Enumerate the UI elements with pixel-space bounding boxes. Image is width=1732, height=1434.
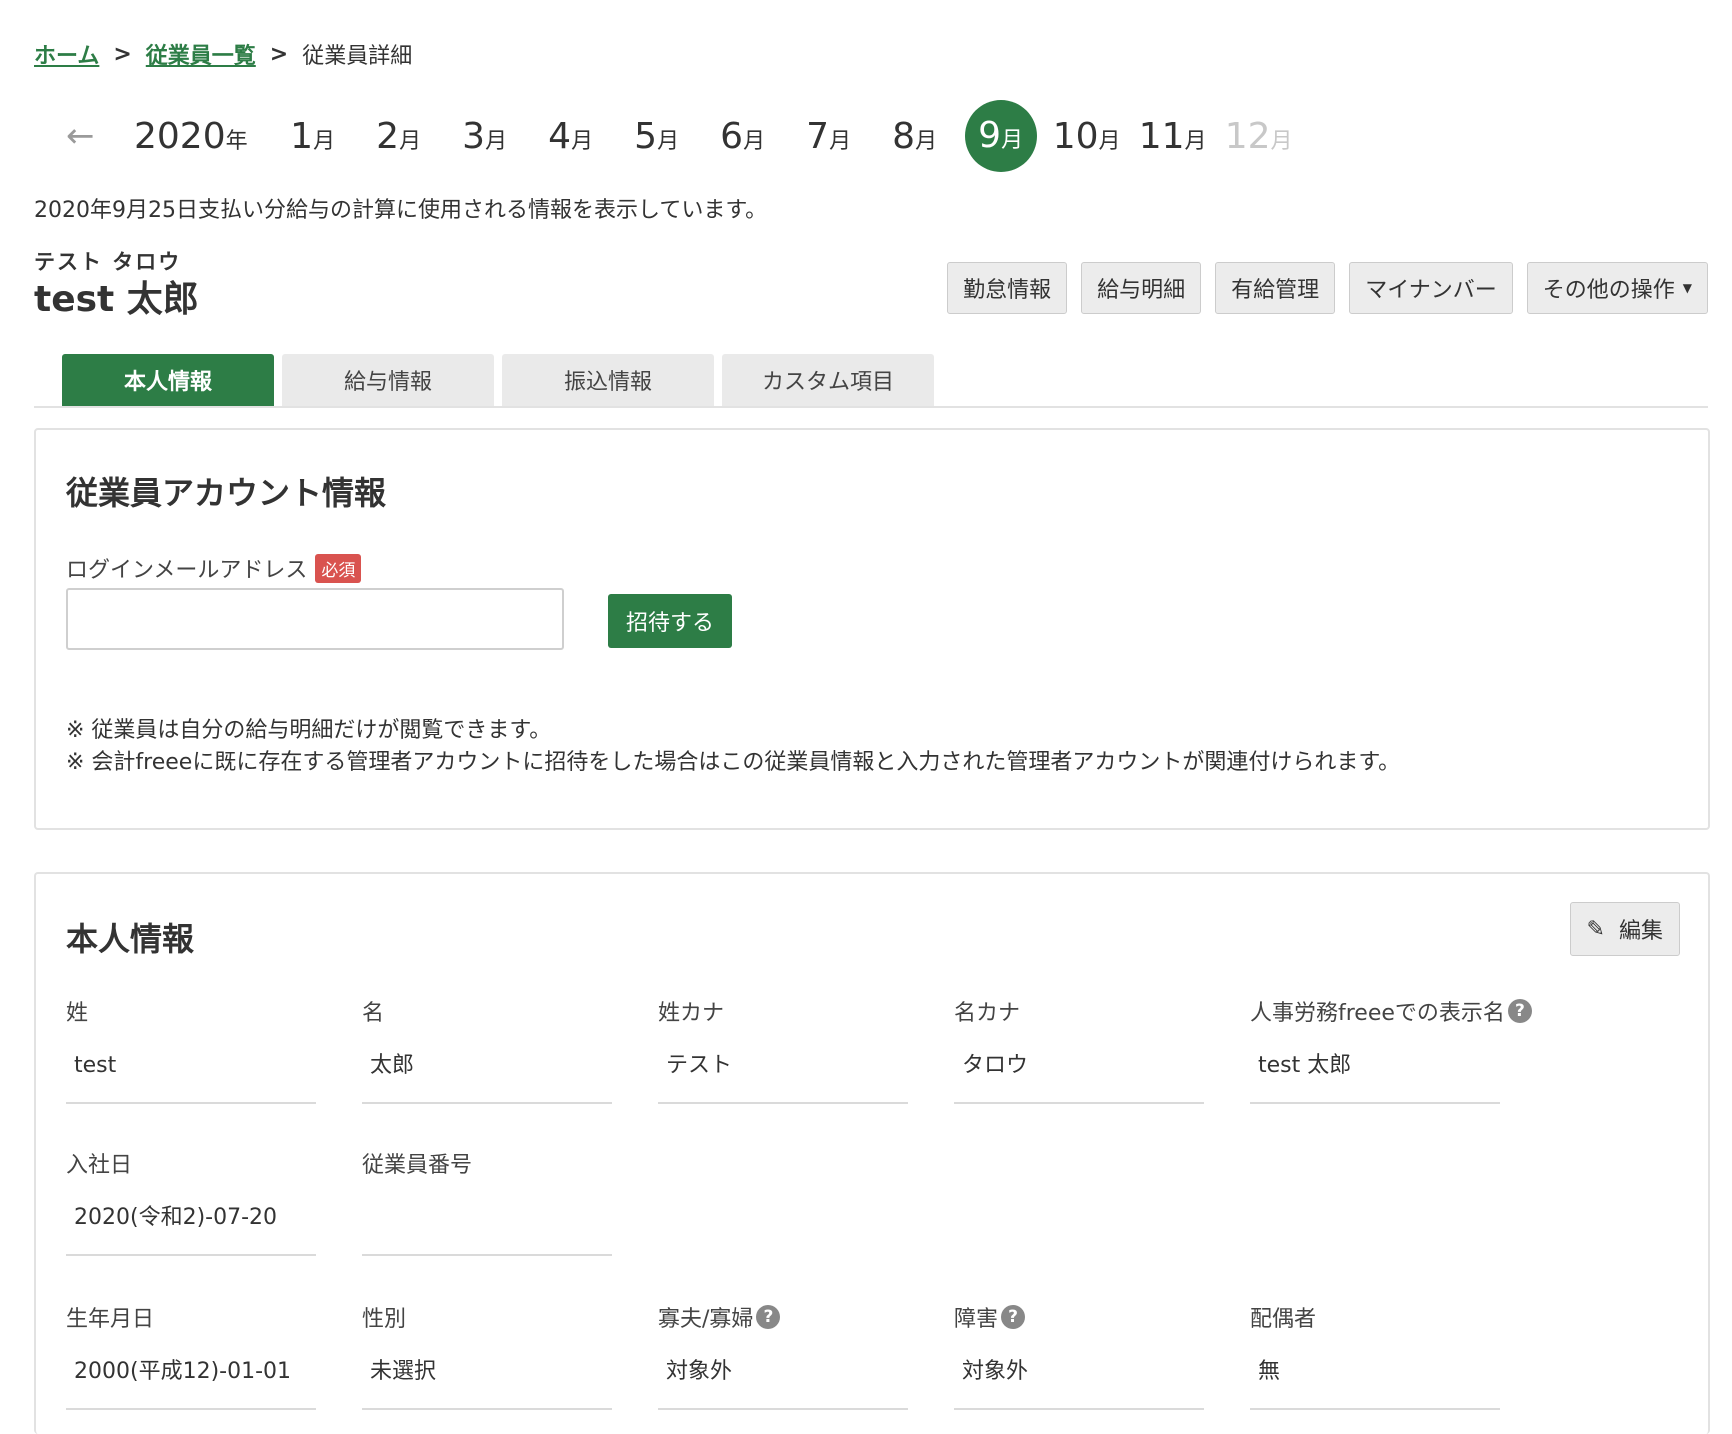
- edit-button[interactable]: ✎ 編集: [1569, 902, 1680, 956]
- field-value: 対象外: [658, 1352, 908, 1410]
- field-value: test: [66, 1046, 316, 1104]
- personal-section-title: 本人情報: [66, 920, 195, 958]
- field-first-name-kana: 名カナ タロウ: [954, 996, 1204, 1104]
- field-spouse: 配偶者 無: [1250, 1302, 1500, 1410]
- pencil-icon: ✎: [1586, 916, 1605, 942]
- field-value: [362, 1198, 612, 1256]
- employee-name: test 太郎: [34, 279, 199, 320]
- tab-custom-fields[interactable]: カスタム項目: [722, 354, 934, 406]
- field-value: 太郎: [362, 1046, 612, 1104]
- field-label: 名: [362, 1001, 385, 1026]
- personal-info-panel: 本人情報 ✎ 編集 姓 test 名 太郎 姓カナ テスト 名カナ タロウ 人事…: [34, 872, 1710, 1434]
- employee-tabs: 本人情報 給与情報 振込情報 カスタム項目: [34, 354, 1708, 408]
- field-value: 未選択: [362, 1352, 612, 1410]
- year-label[interactable]: 2020年: [134, 116, 248, 157]
- month-11[interactable]: 11月: [1130, 116, 1216, 157]
- other-actions-dropdown[interactable]: その他の操作 ▼: [1526, 262, 1708, 314]
- my-number-button[interactable]: マイナンバー: [1349, 262, 1513, 314]
- field-disability: 障害? 対象外: [954, 1302, 1204, 1410]
- field-value: 2020(令和2)-07-20: [66, 1198, 316, 1256]
- employee-account-panel: 従業員アカウント情報 ログインメールアドレス 必須 招待する ※ 従業員は自分の…: [34, 428, 1710, 830]
- account-section-title: 従業員アカウント情報: [66, 474, 387, 512]
- field-label: 姓: [66, 1001, 89, 1026]
- month-5[interactable]: 5月: [614, 116, 700, 157]
- tab-salary-info[interactable]: 給与情報: [282, 354, 494, 406]
- field-value: タロウ: [954, 1046, 1204, 1104]
- field-label: 従業員番号: [362, 1153, 473, 1178]
- breadcrumb-home-link[interactable]: ホーム: [34, 38, 99, 70]
- arrow-left-icon[interactable]: ←: [66, 116, 134, 156]
- payslip-button[interactable]: 給与明細: [1081, 262, 1202, 314]
- month-7[interactable]: 7月: [786, 116, 872, 157]
- field-label: 名カナ: [954, 1001, 1021, 1026]
- month-12-disabled: 12月: [1224, 115, 1293, 157]
- account-note-2: ※ 会計freeeに既に存在する管理者アカウントに招待をした場合はこの従業員情報…: [66, 750, 1401, 775]
- email-label: ログインメールアドレス 必須: [66, 552, 362, 584]
- field-last-name: 姓 test: [66, 996, 316, 1104]
- attendance-button[interactable]: 勤怠情報: [947, 262, 1068, 314]
- month-selector: ← 2020年 1月 2月 3月 4月 5月 6月 7月 8月 9月 10月 1…: [66, 100, 1302, 172]
- field-label: 性別: [362, 1307, 407, 1332]
- breadcrumb: ホーム > 従業員一覧 > 従業員詳細: [34, 38, 412, 70]
- month-9-selected[interactable]: 9月: [964, 100, 1037, 172]
- month-1[interactable]: 1月: [270, 116, 356, 157]
- field-label: 生年月日: [66, 1307, 155, 1332]
- month-8[interactable]: 8月: [872, 116, 958, 157]
- account-note-1: ※ 従業員は自分の給与明細だけが閲覧できます。: [66, 718, 552, 743]
- breadcrumb-current: 従業員詳細: [302, 44, 413, 69]
- employee-actions: 勤怠情報 給与明細 有給管理 マイナンバー その他の操作 ▼: [947, 262, 1708, 314]
- field-label: 入社日: [66, 1153, 133, 1178]
- field-widow: 寡夫/寡婦? 対象外: [658, 1302, 908, 1410]
- help-icon[interactable]: ?: [756, 1305, 781, 1329]
- field-value: test 太郎: [1250, 1046, 1500, 1104]
- field-value: テスト: [658, 1046, 908, 1104]
- field-last-name-kana: 姓カナ テスト: [658, 996, 908, 1104]
- caret-down-icon: ▼: [1682, 281, 1692, 295]
- login-email-input[interactable]: [66, 588, 564, 650]
- field-gender: 性別 未選択: [362, 1302, 612, 1410]
- tab-personal-info[interactable]: 本人情報: [62, 354, 274, 406]
- paid-leave-button[interactable]: 有給管理: [1215, 262, 1336, 314]
- month-4[interactable]: 4月: [528, 116, 614, 157]
- field-label: 障害?: [954, 1302, 1204, 1332]
- chevron-right-icon: >: [269, 41, 289, 67]
- field-label: 配偶者: [1250, 1307, 1317, 1332]
- month-2[interactable]: 2月: [356, 116, 442, 157]
- field-value: 対象外: [954, 1352, 1204, 1410]
- month-10[interactable]: 10月: [1044, 116, 1130, 157]
- field-birthday: 生年月日 2000(平成12)-01-01: [66, 1302, 316, 1410]
- required-badge: 必須: [315, 553, 362, 583]
- field-value: 2000(平成12)-01-01: [66, 1352, 316, 1410]
- chevron-right-icon: >: [113, 41, 132, 67]
- help-icon[interactable]: ?: [1507, 999, 1532, 1023]
- help-icon[interactable]: ?: [1001, 1305, 1026, 1329]
- field-label: 人事労務freeeでの表示名?: [1250, 996, 1540, 1026]
- invite-button[interactable]: 招待する: [608, 594, 733, 648]
- field-label: 姓カナ: [658, 1001, 725, 1026]
- tab-transfer-info[interactable]: 振込情報: [502, 354, 714, 406]
- field-value: 無: [1250, 1352, 1500, 1410]
- month-6[interactable]: 6月: [700, 116, 786, 157]
- payment-notice: 2020年9月25日支払い分給与の計算に使用される情報を表示しています。: [34, 198, 768, 223]
- field-hire-date: 入社日 2020(令和2)-07-20: [66, 1148, 316, 1256]
- field-display-name: 人事労務freeeでの表示名? test 太郎: [1250, 996, 1540, 1104]
- field-employee-number: 従業員番号: [362, 1148, 612, 1256]
- month-3[interactable]: 3月: [442, 116, 528, 157]
- breadcrumb-employee-list-link[interactable]: 従業員一覧: [146, 38, 256, 70]
- field-first-name: 名 太郎: [362, 996, 612, 1104]
- field-label: 寡夫/寡婦?: [658, 1302, 908, 1332]
